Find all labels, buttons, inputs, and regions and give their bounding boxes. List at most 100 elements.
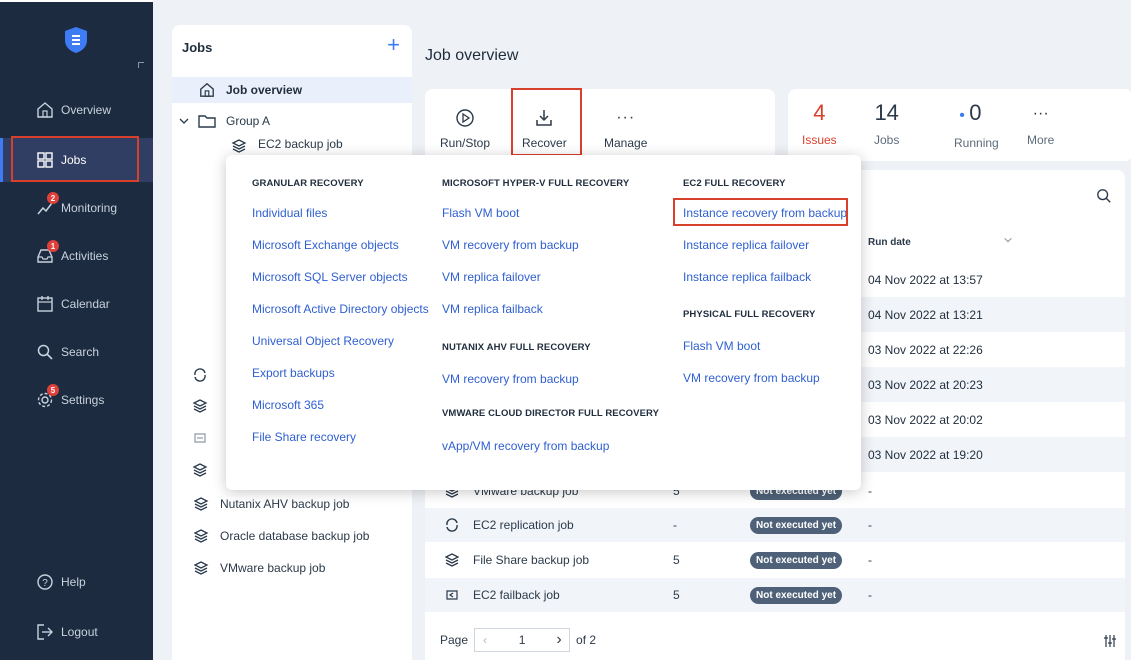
backup-icon [192, 462, 208, 481]
menu-item-hyperv-replica-failover[interactable]: VM replica failover [442, 270, 541, 284]
manage-button[interactable]: ··· Manage [604, 106, 647, 150]
table-row[interactable]: File Share backup job 5 Not executed yet… [425, 543, 1125, 577]
gear-icon: 5 [35, 384, 59, 410]
issues-count: 4 [813, 100, 826, 125]
run-date-header[interactable]: Run date [868, 237, 911, 248]
add-job-button[interactable]: + [387, 34, 400, 56]
inbox-icon: 1 [35, 240, 59, 266]
tree-item-label: Nutanix AHV backup job [220, 497, 350, 511]
table-row[interactable]: EC2 failback job 5 Not executed yet - [425, 578, 1125, 612]
job-run-date: - [868, 518, 872, 532]
sidebar-item-overview[interactable]: Overview [0, 88, 153, 132]
table-row[interactable]: EC2 replication job - Not executed yet - [425, 508, 1125, 542]
sidebar-item-settings[interactable]: 5 Settings [0, 378, 153, 422]
run-stop-button[interactable]: Run/Stop [440, 106, 490, 150]
chevron-left-icon[interactable]: ‹ [475, 633, 495, 647]
sidebar-item-label: Search [61, 345, 100, 359]
recover-highlight-box [511, 88, 582, 156]
menu-item-hyperv-vm-recovery[interactable]: VM recovery from backup [442, 238, 579, 252]
job-name: File Share backup job [473, 553, 590, 567]
status-badge: Not executed yet [750, 516, 843, 534]
column-settings-icon[interactable] [1103, 634, 1117, 651]
chevron-down-icon[interactable] [178, 115, 192, 127]
sidebar-item-search[interactable]: Search [0, 330, 153, 374]
menu-item-vapp-vm-recovery[interactable]: vApp/VM recovery from backup [442, 439, 609, 453]
run-date-cell: 03 Nov 2022 at 22:26 [861, 332, 1125, 367]
home-icon [35, 100, 55, 120]
tree-item-nutanix[interactable]: Nutanix AHV backup job [172, 491, 412, 517]
tree-item-label: Group A [226, 114, 271, 128]
sidebar-item-monitoring[interactable]: 2 Monitoring [0, 186, 153, 230]
page-label: Page [440, 633, 469, 647]
run-date-cell: 04 Nov 2022 at 13:57 [861, 262, 1125, 297]
menu-item-microsoft-365[interactable]: Microsoft 365 [252, 398, 324, 412]
issues-stat[interactable]: 4 Issues [802, 100, 837, 148]
menu-item-sql-objects[interactable]: Microsoft SQL Server objects [252, 270, 408, 284]
menu-item-hyperv-replica-failback[interactable]: VM replica failback [442, 302, 543, 316]
running-dot-icon: • [959, 107, 970, 124]
menu-item-file-share-recovery[interactable]: File Share recovery [252, 430, 356, 444]
failback-icon [443, 587, 461, 603]
page-total: of 2 [576, 633, 597, 647]
jobs-count: 14 [874, 100, 899, 125]
sidebar-item-activities[interactable]: 1 Activities [0, 234, 153, 278]
sidebar-item-label: Calendar [61, 297, 110, 311]
activities-badge: 1 [47, 240, 59, 252]
run-date-cell: 03 Nov 2022 at 19:20 [861, 437, 1125, 472]
sidebar-item-logout[interactable]: Logout [0, 610, 153, 654]
sidebar: Overview Jobs 2 Monitoring 1 Activities … [0, 0, 153, 660]
sidebar-item-label: Activities [61, 249, 109, 263]
tree-item-oracle[interactable]: Oracle database backup job [172, 523, 412, 549]
menu-item-instance-replica-failover[interactable]: Instance replica failover [683, 238, 809, 252]
page-stepper[interactable]: ‹ 1 › [474, 628, 571, 652]
calendar-icon [35, 294, 55, 314]
manage-label: Manage [604, 136, 648, 150]
more-dots-icon: ··· [1032, 105, 1049, 122]
running-stat[interactable]: • 0 Running [942, 101, 999, 151]
menu-item-individual-files[interactable]: Individual files [252, 206, 327, 220]
job-name: EC2 replication job [473, 518, 574, 532]
job-run-date: - [868, 484, 872, 498]
collapse-corner-icon[interactable] [138, 62, 144, 68]
tree-item-ec2-backup[interactable]: EC2 backup job [172, 137, 412, 153]
tree-item-label: VMware backup job [220, 561, 326, 575]
menu-item-exchange-objects[interactable]: Microsoft Exchange objects [252, 238, 399, 252]
menu-item-physical-vm-recovery[interactable]: VM recovery from backup [683, 371, 820, 385]
home-icon [198, 81, 216, 99]
backup-icon [192, 559, 210, 577]
hyperv-recovery-heading: MICROSOFT HYPER-V FULL RECOVERY [442, 178, 630, 189]
run-date-text: 03 Nov 2022 at 20:02 [868, 413, 983, 427]
backup-icon [443, 552, 461, 568]
menu-item-hyperv-flash-vm-boot[interactable]: Flash VM boot [442, 206, 519, 220]
more-stat[interactable]: ··· More [1027, 103, 1054, 147]
status-badge: Not executed yet [750, 551, 843, 569]
app-logo [63, 26, 89, 54]
menu-item-instance-replica-failback[interactable]: Instance replica failback [683, 270, 811, 284]
svg-text:?: ? [42, 578, 48, 589]
menu-item-universal-object-recovery[interactable]: Universal Object Recovery [252, 334, 394, 348]
issues-label: Issues [802, 133, 837, 147]
menu-item-ad-objects[interactable]: Microsoft Active Directory objects [252, 302, 429, 316]
monitoring-badge: 2 [47, 192, 59, 204]
sidebar-item-calendar[interactable]: Calendar [0, 282, 153, 326]
more-label: More [1027, 133, 1055, 147]
settings-badge: 5 [47, 384, 59, 396]
run-stop-label: Run/Stop [440, 136, 491, 150]
jobs-stat[interactable]: 14 Jobs [874, 100, 899, 148]
page-title: Job overview [425, 47, 519, 64]
chevron-down-icon[interactable] [1003, 234, 1013, 248]
tree-item-job-overview[interactable]: Job overview [172, 77, 412, 103]
replication-icon [443, 517, 461, 533]
menu-item-export-backups[interactable]: Export backups [252, 366, 335, 380]
tree-item-group-a[interactable]: Group A [172, 108, 412, 134]
chevron-right-icon[interactable]: › [549, 631, 569, 649]
backup-icon [192, 398, 208, 417]
menu-item-nutanix-vm-recovery[interactable]: VM recovery from backup [442, 372, 579, 386]
tree-item-vmware[interactable]: VMware backup job [172, 555, 412, 581]
jobs-highlight-box [11, 136, 139, 182]
running-label: Running [954, 136, 999, 150]
page-input[interactable]: 1 [495, 633, 549, 647]
sidebar-item-help[interactable]: ? Help [0, 560, 153, 604]
menu-item-physical-flash-vm-boot[interactable]: Flash VM boot [683, 339, 760, 353]
search-icon[interactable] [1096, 188, 1112, 207]
